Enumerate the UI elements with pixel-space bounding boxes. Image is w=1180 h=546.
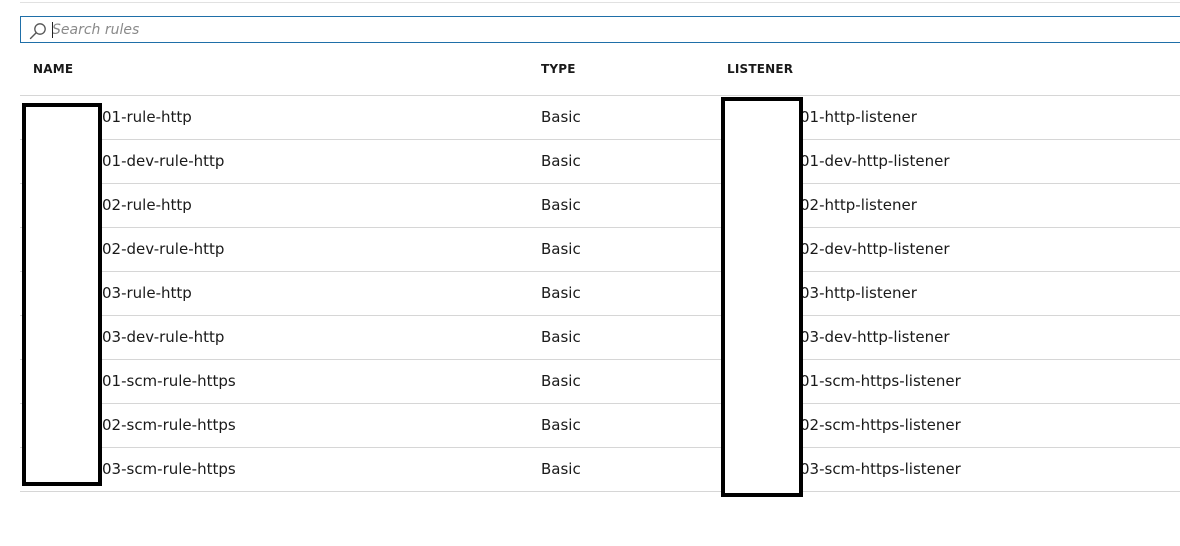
table-row[interactable]: 01-dev-rule-http Basic 01-dev-http-liste… [20,140,1180,184]
search-box[interactable] [20,16,1180,43]
table-row[interactable]: 03-rule-http Basic 03-http-listener [20,272,1180,316]
rules-table: NAME TYPE LISTENER 01-rule-http Basic 01… [20,52,1180,492]
table-row[interactable]: 02-dev-rule-http Basic 02-dev-http-liste… [20,228,1180,272]
rule-listener: 01-http-listener [800,108,917,126]
rule-name[interactable]: 02-scm-rule-https [102,416,236,434]
redaction-box-listener [721,97,803,497]
search-input[interactable] [52,17,1152,42]
rule-name[interactable]: 02-dev-rule-http [102,240,224,258]
rule-listener: 03-scm-https-listener [800,460,961,478]
rule-type: Basic [541,108,581,126]
table-row[interactable]: 01-rule-http Basic 01-http-listener [20,96,1180,140]
table-row[interactable]: 03-dev-rule-http Basic 03-dev-http-liste… [20,316,1180,360]
rule-name[interactable]: 03-rule-http [102,284,192,302]
search-icon [29,23,46,40]
redaction-box-name [22,103,102,486]
column-header-name[interactable]: NAME [33,62,73,76]
rule-listener: 03-dev-http-listener [800,328,950,346]
rule-type: Basic [541,372,581,390]
rule-name[interactable]: 01-dev-rule-http [102,152,224,170]
rule-type: Basic [541,416,581,434]
rule-name[interactable]: 02-rule-http [102,196,192,214]
text-caret [52,22,53,38]
rule-type: Basic [541,328,581,346]
rule-listener: 01-dev-http-listener [800,152,950,170]
rule-name[interactable]: 03-scm-rule-https [102,460,236,478]
rule-name[interactable]: 01-scm-rule-https [102,372,236,390]
rule-listener: 02-http-listener [800,196,917,214]
column-header-type[interactable]: TYPE [541,62,576,76]
rule-type: Basic [541,460,581,478]
table-row[interactable]: 02-rule-http Basic 02-http-listener [20,184,1180,228]
table-row[interactable]: 01-scm-rule-https Basic 01-scm-https-lis… [20,360,1180,404]
rule-type: Basic [541,284,581,302]
rule-name[interactable]: 03-dev-rule-http [102,328,224,346]
rule-type: Basic [541,196,581,214]
rule-listener: 02-dev-http-listener [800,240,950,258]
table-header: NAME TYPE LISTENER [20,52,1180,96]
rule-name[interactable]: 01-rule-http [102,108,192,126]
rule-type: Basic [541,152,581,170]
rule-listener: 03-http-listener [800,284,917,302]
rule-listener: 01-scm-https-listener [800,372,961,390]
rule-listener: 02-scm-https-listener [800,416,961,434]
table-row[interactable]: 03-scm-rule-https Basic 03-scm-https-lis… [20,448,1180,492]
table-row[interactable]: 02-scm-rule-https Basic 02-scm-https-lis… [20,404,1180,448]
column-header-listener[interactable]: LISTENER [727,62,793,76]
rule-type: Basic [541,240,581,258]
top-divider [20,2,1180,3]
